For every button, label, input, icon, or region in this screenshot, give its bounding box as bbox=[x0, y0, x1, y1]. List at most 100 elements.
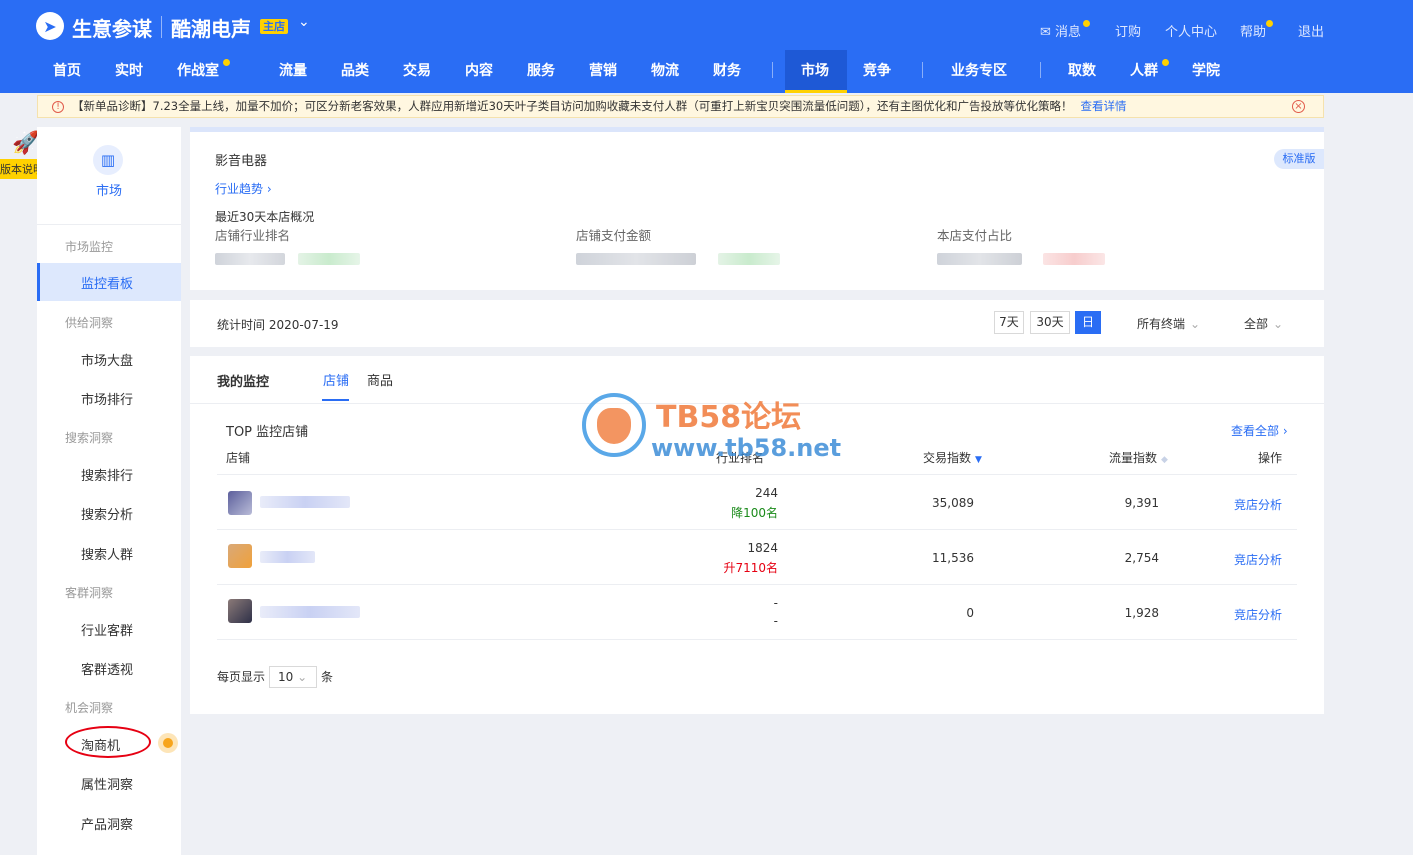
sidebar-item-market-overview[interactable]: 市场大盘 bbox=[81, 350, 133, 369]
nav-market[interactable]: 市场 bbox=[801, 60, 829, 80]
message-dot bbox=[1083, 20, 1090, 27]
traffic-index-value: 9,391 bbox=[1124, 496, 1159, 510]
nav-data-fetch[interactable]: 取数 bbox=[1068, 60, 1096, 80]
sidebar-group-supply: 供给洞察 bbox=[65, 316, 114, 330]
nav-finance[interactable]: 财务 bbox=[713, 60, 741, 80]
rank-value: 244 bbox=[755, 486, 778, 500]
nav-divider bbox=[772, 62, 773, 78]
sort-icon: ◆ bbox=[1161, 455, 1168, 465]
shop-avatar bbox=[228, 491, 252, 515]
personal-center-link[interactable]: 个人中心 bbox=[1165, 21, 1217, 40]
compass-logo-icon[interactable]: ➤ bbox=[36, 12, 64, 40]
table-title: TOP 监控店铺 bbox=[226, 425, 309, 440]
blurred-shop-name bbox=[260, 606, 360, 618]
message-link[interactable]: ✉ 消息 bbox=[1040, 21, 1081, 40]
close-icon[interactable]: × bbox=[1292, 100, 1305, 113]
range-7d-button[interactable]: 7天 bbox=[994, 311, 1024, 334]
page-size-select[interactable]: 10 ⌄ bbox=[269, 666, 318, 688]
nav-trade[interactable]: 交易 bbox=[403, 60, 431, 80]
rank-value: 1824 bbox=[747, 541, 778, 555]
rank-value: - bbox=[773, 596, 778, 610]
sidebar-item-customer-insight[interactable]: 客群透视 bbox=[81, 659, 133, 678]
terminal-select[interactable]: 所有终端 ⌄ bbox=[1137, 315, 1200, 332]
nav-warroom-dot bbox=[223, 59, 230, 66]
rank-change: 升7110名 bbox=[723, 561, 778, 575]
help-dot bbox=[1266, 20, 1273, 27]
shop-name[interactable]: 酷潮电声 bbox=[171, 13, 251, 42]
rocket-icon[interactable]: 🚀 bbox=[12, 128, 39, 160]
competitor-analysis-link[interactable]: 竞店分析 bbox=[1234, 606, 1282, 623]
nav-competition[interactable]: 竞争 bbox=[863, 60, 891, 80]
competitor-analysis-link[interactable]: 竞店分析 bbox=[1234, 551, 1282, 568]
view-all-link[interactable]: 查看全部 › bbox=[1231, 422, 1288, 439]
page-size-control: 每页显示 10 ⌄ 条 bbox=[217, 666, 333, 688]
notice-detail-link[interactable]: 查看详情 bbox=[1080, 99, 1126, 113]
nav-home[interactable]: 首页 bbox=[53, 60, 81, 80]
competitor-analysis-link[interactable]: 竞店分析 bbox=[1234, 496, 1282, 513]
blurred-value bbox=[576, 253, 696, 265]
traffic-index-value: 1,928 bbox=[1124, 606, 1159, 620]
highlight-circle bbox=[65, 726, 151, 758]
nav-warroom[interactable]: 作战室 bbox=[177, 60, 219, 80]
nav-realtime[interactable]: 实时 bbox=[115, 60, 143, 80]
tab-product[interactable]: 商品 bbox=[367, 370, 393, 389]
nav-logistics[interactable]: 物流 bbox=[651, 60, 679, 80]
sidebar-item-attribute-insight[interactable]: 属性洞察 bbox=[81, 774, 133, 793]
nav-content[interactable]: 内容 bbox=[465, 60, 493, 80]
trade-index-value: 11,536 bbox=[932, 551, 974, 565]
trade-index-label: 交易指数 bbox=[923, 451, 972, 465]
nav-traffic[interactable]: 流量 bbox=[279, 60, 307, 80]
view-all-label: 查看全部 bbox=[1231, 424, 1280, 438]
hand-icon bbox=[597, 408, 631, 444]
table-divider bbox=[217, 584, 1297, 585]
metric-shop-rank-label: 店铺行业排名 bbox=[215, 228, 291, 243]
page-size-prefix: 每页显示 bbox=[217, 670, 266, 684]
col-header-traffic-index[interactable]: 流量指数 ◆ bbox=[1109, 449, 1168, 466]
nav-divider bbox=[1040, 62, 1041, 78]
overview-card: 影音电器 行业趋势 › 最近30天本店概况 店铺行业排名 店铺支付金额 本店支付… bbox=[190, 127, 1324, 290]
range-30d-button[interactable]: 30天 bbox=[1030, 311, 1070, 334]
nav-business-zone[interactable]: 业务专区 bbox=[951, 60, 1007, 80]
sidebar-item-search-crowd[interactable]: 搜索人群 bbox=[81, 544, 133, 563]
chevron-down-icon: ⌄ bbox=[1190, 317, 1201, 331]
sidebar-item-market-ranking[interactable]: 市场排行 bbox=[81, 389, 133, 408]
brand-divider bbox=[161, 16, 162, 38]
sidebar-item-monitor-board[interactable]: 监控看板 bbox=[81, 273, 133, 292]
nav-academy[interactable]: 学院 bbox=[1192, 60, 1220, 80]
sidebar-item-search-analysis[interactable]: 搜索分析 bbox=[81, 504, 133, 523]
table-divider bbox=[217, 529, 1297, 530]
blurred-value bbox=[718, 253, 780, 265]
col-header-trade-index[interactable]: 交易指数 ▼ bbox=[923, 449, 982, 466]
sidebar-item-product-insight[interactable]: 产品洞察 bbox=[81, 814, 133, 833]
nav-crowd[interactable]: 人群 bbox=[1130, 60, 1158, 80]
chevron-down-icon[interactable]: ⌄ bbox=[298, 14, 310, 30]
chevron-down-icon: ⌄ bbox=[297, 670, 308, 684]
logout-link[interactable]: 退出 bbox=[1298, 21, 1324, 40]
help-link[interactable]: 帮助 bbox=[1240, 21, 1266, 40]
filter-bar: 统计时间 2020-07-19 7天 30天 日 所有终端 ⌄ 全部 ⌄ bbox=[190, 300, 1324, 347]
sidebar-group-search: 搜索洞察 bbox=[65, 431, 114, 445]
edition-badge: 标准版 bbox=[1274, 149, 1324, 169]
shop-avatar bbox=[228, 544, 252, 568]
top-bar: ➤ 生意参谋 酷潮电声 主店 ⌄ ✉ 消息 订购 个人中心 帮助 退出 首页 实… bbox=[0, 0, 1413, 93]
nav-category[interactable]: 品类 bbox=[341, 60, 369, 80]
nav-service[interactable]: 服务 bbox=[527, 60, 555, 80]
trade-index-value: 35,089 bbox=[932, 496, 974, 510]
category-title: 影音电器 bbox=[215, 154, 268, 169]
brand-title[interactable]: 生意参谋 bbox=[72, 13, 152, 42]
scope-select[interactable]: 全部 ⌄ bbox=[1244, 315, 1283, 332]
order-link[interactable]: 订购 bbox=[1115, 21, 1141, 40]
sidebar-item-industry-customer[interactable]: 行业客群 bbox=[81, 620, 133, 639]
tab-shop[interactable]: 店铺 bbox=[323, 370, 349, 389]
chevron-down-icon: ⌄ bbox=[1273, 317, 1284, 331]
notice-text: 【新单品诊断】7.23全量上线，加量不加价；可区分新老客效果，人群应用新增近30… bbox=[72, 99, 1073, 113]
range-day-button[interactable]: 日 bbox=[1075, 311, 1101, 334]
watermark-url: www.tb58.net bbox=[651, 434, 842, 462]
sidebar-divider bbox=[37, 224, 181, 225]
nav-marketing[interactable]: 营销 bbox=[589, 60, 617, 80]
sidebar-item-search-ranking[interactable]: 搜索排行 bbox=[81, 465, 133, 484]
sidebar-group-opportunity: 机会洞察 bbox=[65, 701, 114, 715]
page-size-value: 10 bbox=[278, 670, 294, 684]
col-header-action: 操作 bbox=[1258, 451, 1283, 465]
industry-trend-link[interactable]: 行业趋势 › bbox=[215, 180, 272, 197]
